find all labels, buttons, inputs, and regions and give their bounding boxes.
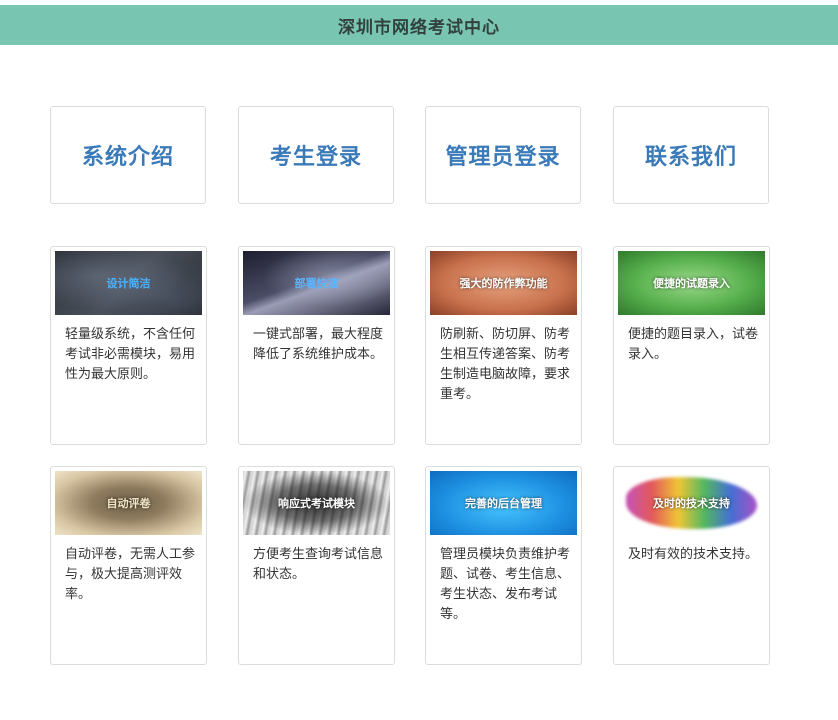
feature-description: 及时有效的技术支持。 [628, 547, 759, 562]
feature-card-responsive-exam: 响应式考试模块 方便考生查询考试信息和状态。 [238, 466, 395, 665]
nav-system-intro-button[interactable]: 系统介绍 [50, 106, 206, 204]
feature-banner-text: 便捷的试题录入 [653, 277, 730, 290]
nav-candidate-login-button[interactable]: 考生登录 [238, 106, 394, 204]
feature-description: 自动评卷，无需人工参与，极大提高测评效率。 [65, 547, 196, 602]
feature-card-auto-grading: 自动评卷 自动评卷，无需人工参与，极大提高测评效率。 [50, 466, 207, 665]
feature-banner-image: 便捷的试题录入 [618, 251, 765, 315]
feature-banner-text: 响应式考试模块 [278, 497, 355, 510]
feature-banner-image: 自动评卷 [55, 471, 202, 535]
feature-banner-image: 完善的后台管理 [430, 471, 577, 535]
feature-description: 一键式部署，最大程度降低了系统维护成本。 [253, 327, 384, 362]
feature-banner-text: 设计简洁 [106, 277, 151, 290]
nav-label: 考生登录 [269, 145, 362, 170]
feature-card-tech-support: 及时的技术支持 及时有效的技术支持。 [613, 466, 770, 665]
feature-banner-image: 及时的技术支持 [618, 471, 765, 535]
header-bar: 深圳市网络考试中心 [0, 5, 838, 45]
feature-description: 便捷的题目录入，试卷录入。 [628, 327, 759, 362]
feature-description: 管理员模块负责维护考题、试卷、考生信息、考生状态、发布考试等。 [440, 547, 571, 622]
feature-card-fast-deploy: 部署快速 一键式部署，最大程度降低了系统维护成本。 [238, 246, 395, 445]
feature-banner-text: 及时的技术支持 [653, 497, 730, 510]
page: 深圳市网络考试中心 系统介绍 考生登录 管理员登录 联系我们 设计简洁 轻量级系… [0, 0, 838, 720]
feature-banner-image: 部署快速 [243, 251, 390, 315]
feature-card-question-entry: 便捷的试题录入 便捷的题目录入，试卷录入。 [613, 246, 770, 445]
feature-banner-image: 强大的防作弊功能 [430, 251, 577, 315]
feature-card-admin-backend: 完善的后台管理 管理员模块负责维护考题、试卷、考生信息、考生状态、发布考试等。 [425, 466, 582, 665]
feature-card-simple-design: 设计简洁 轻量级系统，不含任何考试非必需模块，易用性为最大原则。 [50, 246, 207, 445]
feature-banner-text: 强大的防作弊功能 [459, 277, 548, 290]
nav-contact-us-button[interactable]: 联系我们 [613, 106, 769, 204]
site-title: 深圳市网络考试中心 [338, 17, 500, 38]
nav-label: 系统介绍 [81, 145, 174, 170]
feature-banner-image: 设计简洁 [55, 251, 202, 315]
feature-banner-text: 部署快速 [294, 277, 339, 290]
feature-card-anti-cheat: 强大的防作弊功能 防刷新、防切屏、防考生相互传递答案、防考生制造电脑故障，要求重… [425, 246, 582, 445]
feature-banner-text: 完善的后台管理 [465, 497, 542, 510]
feature-description: 方便考生查询考试信息和状态。 [253, 547, 384, 582]
feature-description: 防刷新、防切屏、防考生相互传递答案、防考生制造电脑故障，要求重考。 [440, 327, 571, 402]
nav-admin-login-button[interactable]: 管理员登录 [425, 106, 581, 204]
feature-banner-image: 响应式考试模块 [243, 471, 390, 535]
nav-label: 联系我们 [644, 145, 737, 170]
feature-description: 轻量级系统，不含任何考试非必需模块，易用性为最大原则。 [65, 327, 196, 382]
feature-banner-text: 自动评卷 [106, 497, 151, 510]
nav-label: 管理员登录 [445, 145, 561, 170]
